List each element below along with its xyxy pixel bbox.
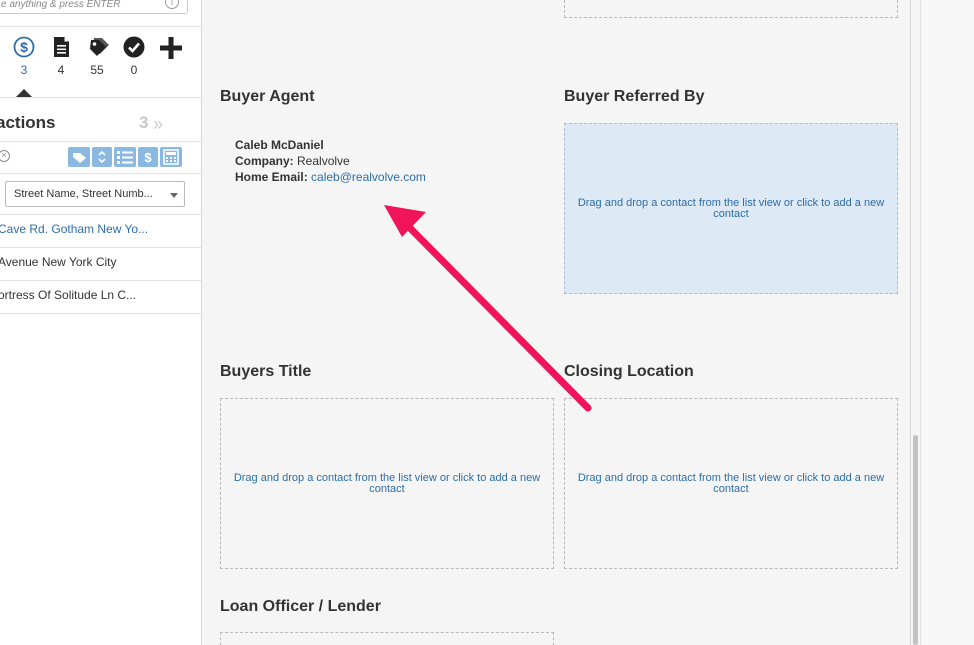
contact-dropzone-top[interactable]: [564, 0, 898, 18]
scrollbar-thumb[interactable]: [913, 435, 918, 645]
right-pane: [920, 0, 974, 645]
buyer-referred-by-title: Buyer Referred By: [564, 88, 705, 105]
search-input[interactable]: e anything & press ENTER i: [0, 0, 188, 14]
chevron-down-icon: [170, 193, 178, 198]
dropzone-message: Drag and drop a contact from the list vi…: [577, 196, 885, 220]
sort-tool-button[interactable]: [92, 147, 112, 167]
tags-icon: [90, 38, 109, 56]
calculator-tool-button[interactable]: [160, 147, 182, 167]
dollar-icon: $: [144, 150, 152, 165]
sort-select-value: Street Name, Street Numb...: [14, 188, 153, 200]
transactions-filter-dollar[interactable]: $ 3: [9, 36, 39, 77]
buyer-referred-by-dropzone[interactable]: Drag and drop a contact from the list vi…: [564, 123, 898, 294]
plus-icon: [160, 37, 182, 59]
info-icon[interactable]: i: [165, 0, 179, 9]
email-link[interactable]: caleb@realvolve.com: [311, 170, 426, 184]
loan-officer-dropzone[interactable]: [220, 632, 554, 645]
active-tab-caret: [16, 89, 32, 97]
add-button[interactable]: [156, 36, 186, 60]
sort-select[interactable]: Street Name, Street Numb...: [5, 181, 185, 207]
buyer-agent-title: Buyer Agent: [220, 88, 315, 105]
list-icon: [117, 151, 133, 164]
price-tool-button[interactable]: $: [138, 147, 158, 167]
dollar-count: 3: [20, 63, 28, 77]
divider: [0, 141, 201, 142]
email-label: Home Email:: [235, 170, 308, 184]
transaction-list-item[interactable]: Avenue New York City: [0, 248, 201, 281]
loan-officer-title: Loan Officer / Lender: [220, 598, 381, 615]
transaction-list-item[interactable]: ortress Of Solitude Ln C...: [0, 281, 201, 314]
divider: [0, 26, 201, 27]
svg-text:$: $: [20, 39, 28, 55]
contact-email-row: Home Email: caleb@realvolve.com: [235, 169, 426, 185]
document-count: 4: [57, 63, 65, 77]
company-value: Realvolve: [297, 154, 350, 168]
transactions-heading: actions: [0, 113, 56, 132]
check-count: 0: [130, 63, 138, 77]
calculator-icon: [163, 149, 179, 165]
transactions-count: 3: [139, 113, 149, 132]
documents-filter[interactable]: 4: [46, 36, 76, 77]
left-sidebar: e anything & press ENTER i $ 3 4 55 0 ac…: [0, 0, 202, 645]
company-label: Company:: [235, 154, 294, 168]
divider: [0, 97, 201, 98]
expand-chevron-icon[interactable]: »: [153, 114, 163, 135]
clear-filter-icon[interactable]: ×: [0, 150, 10, 162]
search-placeholder: e anything & press ENTER: [1, 0, 121, 10]
sort-icon: [98, 150, 106, 164]
list-tool-button[interactable]: [114, 147, 136, 167]
dropzone-message: Drag and drop a contact from the list vi…: [233, 471, 541, 495]
buyers-title-title: Buyers Title: [220, 363, 312, 380]
contact-name: Caleb McDaniel: [235, 138, 324, 152]
closing-location-title: Closing Location: [564, 363, 694, 380]
dropzone-message: Drag and drop a contact from the list vi…: [577, 471, 885, 495]
check-icon: [123, 36, 145, 58]
buyers-title-dropzone[interactable]: Drag and drop a contact from the list vi…: [220, 398, 554, 569]
contact-company-row: Company: Realvolve: [235, 153, 426, 169]
tags-filter[interactable]: 55: [82, 36, 112, 77]
tag-tool-button[interactable]: [68, 147, 90, 167]
tags-count: 55: [90, 63, 104, 77]
transaction-list-item[interactable]: Cave Rd. Gotham New Yo...: [0, 215, 201, 248]
dollar-icon: $: [13, 36, 35, 58]
document-icon: [54, 37, 69, 57]
closing-location-dropzone[interactable]: Drag and drop a contact from the list vi…: [564, 398, 898, 569]
divider: [0, 173, 201, 174]
buyer-agent-contact-card[interactable]: Caleb McDaniel Company: Realvolve Home E…: [235, 137, 426, 185]
svg-text:$: $: [144, 150, 152, 165]
tag-icon: [73, 153, 86, 163]
completed-filter[interactable]: 0: [119, 36, 149, 77]
